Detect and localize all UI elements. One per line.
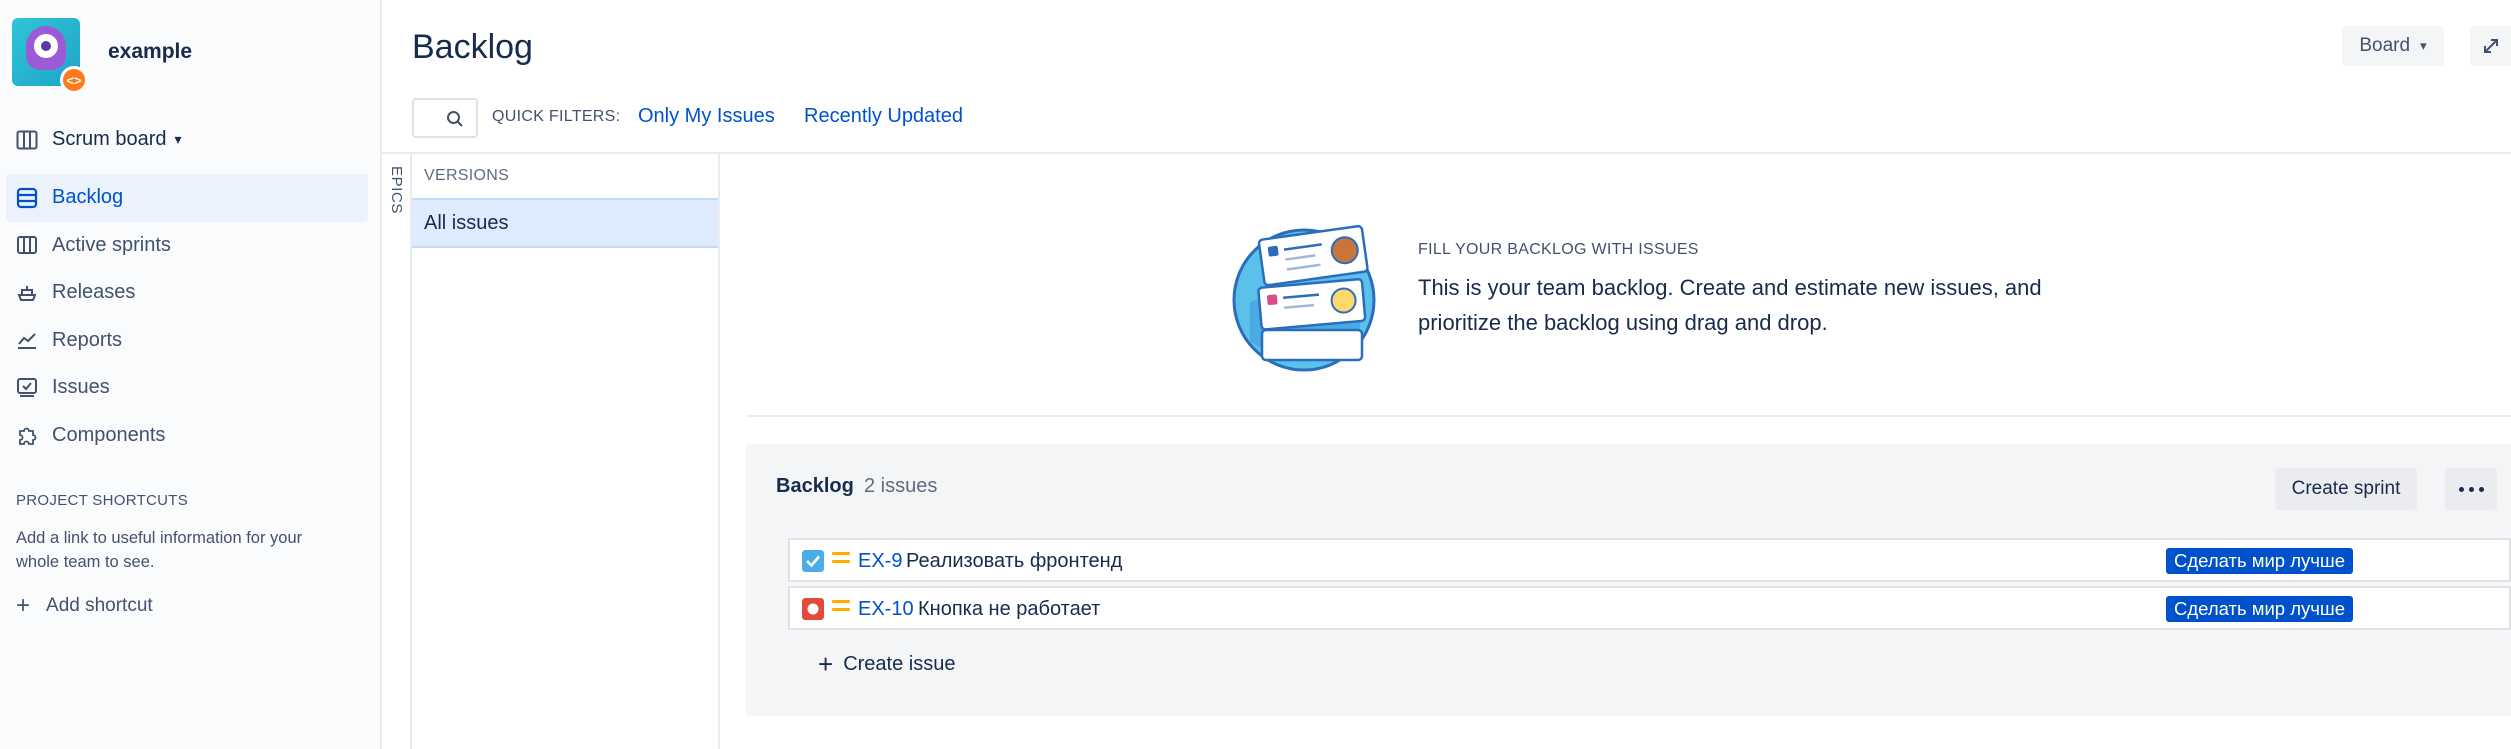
shortcuts-description: Add a link to useful information for you… bbox=[16, 529, 303, 571]
quick-filter-recently-updated[interactable]: Recently Updated bbox=[804, 105, 963, 128]
board-dropdown-button[interactable]: Board ▾ bbox=[2342, 26, 2444, 66]
issues-icon bbox=[17, 377, 37, 397]
code-icon: <> bbox=[60, 66, 88, 94]
priority-medium-icon bbox=[832, 600, 850, 616]
page-title: Backlog bbox=[412, 28, 533, 66]
versions-all-issues[interactable]: All issues bbox=[412, 198, 718, 248]
backlog-illustration bbox=[1232, 224, 1376, 372]
issue-row[interactable]: EX-10 Кнопка не работает Сделать мир луч… bbox=[788, 586, 2511, 630]
empty-state-title: FILL YOUR BACKLOG WITH ISSUES bbox=[1418, 241, 1699, 258]
sidebar-item-issues[interactable]: Issues bbox=[6, 364, 368, 412]
epics-label[interactable]: EPICS bbox=[388, 166, 405, 214]
sidebar-item-label: Active sprints bbox=[52, 233, 171, 256]
board-switcher-label: Scrum board bbox=[52, 128, 167, 150]
sidebar-item-components[interactable]: Components bbox=[6, 412, 368, 460]
backlog-section: Backlog 2 issues Create sprint EX-9 Реал… bbox=[746, 444, 2511, 716]
board-dropdown-label: Board bbox=[2359, 35, 2411, 56]
project-header[interactable]: <> example bbox=[12, 18, 193, 94]
issue-key[interactable]: EX-10 bbox=[858, 598, 914, 621]
quick-filters-label: QUICK FILTERS: bbox=[492, 108, 621, 125]
sidebar-item-reports[interactable]: Reports bbox=[6, 317, 368, 365]
epic-badge[interactable]: Сделать мир лучше bbox=[2166, 548, 2354, 574]
more-actions-button[interactable] bbox=[2445, 468, 2497, 510]
versions-title: VERSIONS bbox=[424, 167, 510, 184]
expand-icon bbox=[2483, 39, 2498, 53]
bug-icon bbox=[802, 598, 824, 620]
quick-filter-only-my-issues[interactable]: Only My Issues bbox=[638, 105, 775, 128]
ship-icon bbox=[17, 285, 37, 301]
shortcuts-title: PROJECT SHORTCUTS bbox=[16, 492, 189, 509]
sidebar-item-active-sprints[interactable]: Active sprints bbox=[6, 222, 368, 270]
issue-row[interactable]: EX-9 Реализовать фронтенд Сделать мир лу… bbox=[788, 538, 2511, 582]
issue-key[interactable]: EX-9 bbox=[858, 550, 902, 573]
sidebar-item-backlog[interactable]: Backlog bbox=[6, 174, 368, 222]
sidebar-item-label: Releases bbox=[52, 281, 136, 304]
add-shortcut-label: Add shortcut bbox=[46, 595, 153, 616]
epic-badge[interactable]: Сделать мир лучше bbox=[2166, 596, 2354, 622]
search-icon bbox=[447, 111, 463, 127]
plus-icon: + bbox=[818, 649, 834, 679]
sidebar-item-label: Backlog bbox=[52, 186, 124, 209]
epics-panel-toggle[interactable] bbox=[382, 154, 412, 749]
search-input[interactable] bbox=[412, 98, 478, 138]
sidebar-nav: Backlog Active sprints Releases Reports … bbox=[6, 174, 368, 459]
sidebar-item-label: Issues bbox=[52, 376, 110, 399]
versions-panel: VERSIONS All issues bbox=[412, 154, 720, 749]
puzzle-icon bbox=[19, 427, 37, 446]
board-columns-icon bbox=[17, 236, 37, 255]
ellipsis-icon bbox=[2458, 486, 2464, 492]
add-shortcut-button[interactable]: + Add shortcut bbox=[16, 594, 153, 618]
sidebar: <> example Scrum board ▾ Backlog Active … bbox=[0, 0, 382, 749]
create-sprint-button[interactable]: Create sprint bbox=[2275, 468, 2417, 510]
fullscreen-button[interactable] bbox=[2470, 26, 2511, 66]
board-switcher[interactable]: Scrum board ▾ bbox=[16, 128, 182, 151]
task-checkbox-icon bbox=[802, 550, 824, 572]
chevron-down-icon: ▾ bbox=[174, 131, 182, 147]
chevron-down-icon: ▾ bbox=[2420, 38, 2427, 53]
issue-summary: Реализовать фронтенд bbox=[906, 550, 1123, 572]
project-avatar: <> bbox=[12, 18, 88, 94]
section-divider bbox=[746, 415, 2511, 417]
create-issue-button[interactable]: + Create issue bbox=[818, 651, 955, 677]
sidebar-item-label: Components bbox=[52, 423, 166, 446]
chart-icon bbox=[18, 333, 36, 350]
empty-state-text: This is your team backlog. Create and es… bbox=[1418, 275, 2042, 335]
plus-icon: + bbox=[16, 592, 31, 619]
issue-summary: Кнопка не работает bbox=[918, 598, 1101, 620]
backlog-issue-count: 2 issues bbox=[864, 475, 938, 497]
project-name: example bbox=[108, 40, 193, 63]
create-issue-label: Create issue bbox=[843, 652, 956, 675]
backlog-title: Backlog bbox=[776, 475, 854, 497]
backlog-icon bbox=[16, 187, 38, 208]
board-icon bbox=[16, 130, 38, 149]
priority-medium-icon bbox=[832, 552, 850, 568]
sidebar-item-label: Reports bbox=[52, 328, 123, 351]
sidebar-item-releases[interactable]: Releases bbox=[6, 269, 368, 317]
